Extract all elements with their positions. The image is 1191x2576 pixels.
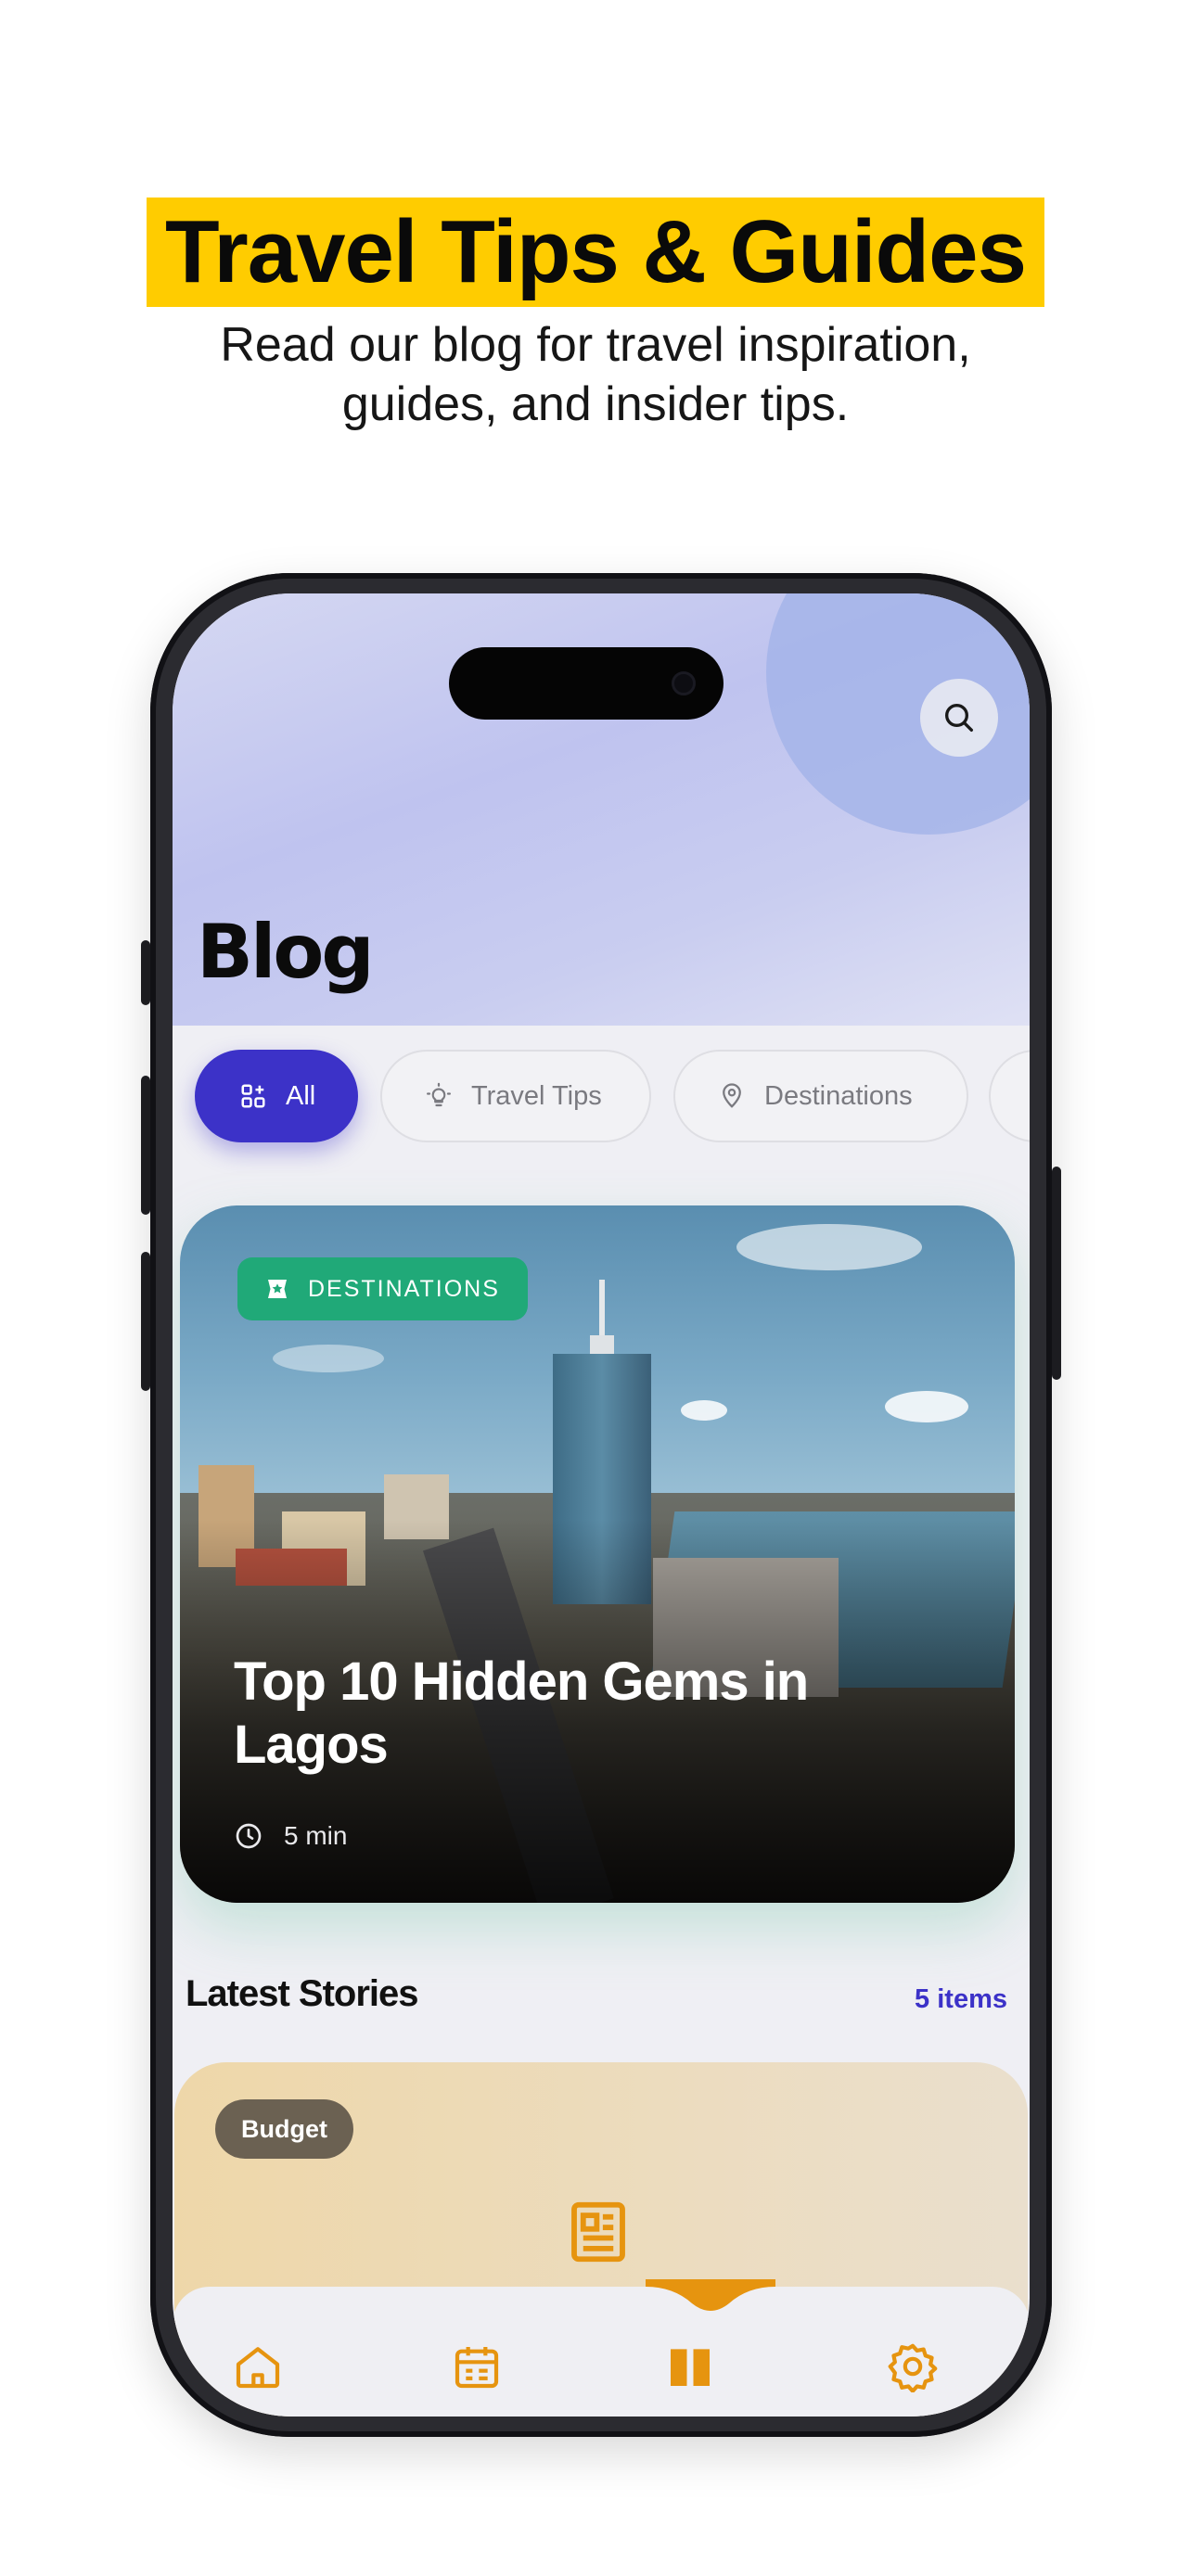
promo-title: Travel Tips & Guides <box>147 198 1044 307</box>
nav-home[interactable] <box>230 2339 286 2394</box>
filter-label: All <box>286 1080 316 1111</box>
app-screen: Blog All Travel Tips Destinations DESTIN… <box>173 593 1030 2417</box>
category-label: DESTINATIONS <box>308 1275 500 1302</box>
calendar-icon <box>455 2347 499 2389</box>
book-icon <box>671 2349 710 2386</box>
blog-header: Blog <box>173 593 1030 1026</box>
filter-label: Travel Tips <box>471 1080 602 1111</box>
volume-down-button <box>141 1252 150 1391</box>
latest-stories-title: Latest Stories <box>186 1973 419 2014</box>
promo-subtitle: Read our blog for travel inspiration, gu… <box>0 315 1191 434</box>
gear-icon <box>888 2343 938 2392</box>
category-badge: DESTINATIONS <box>237 1257 528 1320</box>
dynamic-island <box>449 647 724 720</box>
search-icon <box>945 704 973 732</box>
filter-label: Destinations <box>764 1080 913 1111</box>
search-button[interactable] <box>920 679 998 757</box>
star-badge-icon <box>263 1275 291 1303</box>
promo-subtitle-line1: Read our blog for travel inspiration, <box>220 318 971 372</box>
filter-chip-travel-tips[interactable]: Travel Tips <box>380 1050 651 1142</box>
filter-chip-all[interactable]: All <box>195 1050 358 1142</box>
volume-up-button <box>141 1076 150 1215</box>
category-filters: All Travel Tips Destinations <box>195 1050 1030 1142</box>
home-icon <box>236 2347 280 2389</box>
featured-title: Top 10 Hidden Gems in Lagos <box>234 1651 809 1775</box>
active-tab-indicator <box>646 2279 775 2311</box>
nav-calendar[interactable] <box>449 2339 505 2394</box>
lightbulb-icon <box>425 1082 453 1110</box>
nav-blog[interactable] <box>662 2339 718 2394</box>
promo-subtitle-line2: guides, and insider tips. <box>341 377 850 431</box>
read-time: 5 min <box>234 1817 347 1855</box>
nav-settings[interactable] <box>885 2339 941 2394</box>
phone-frame: Blog All Travel Tips Destinations DESTIN… <box>141 573 1061 2437</box>
mute-switch <box>141 940 150 1005</box>
story-tag: Budget <box>215 2099 353 2159</box>
latest-stories-count: 5 items <box>915 1984 1007 2014</box>
promo-title-wrap: Travel Tips & Guides <box>0 198 1191 307</box>
featured-post-card[interactable]: DESTINATIONS Top 10 Hidden Gems in Lagos… <box>180 1205 1015 1903</box>
article-icon <box>562 2196 634 2268</box>
camera <box>672 671 696 695</box>
location-pin-icon <box>718 1082 746 1110</box>
read-time-label: 5 min <box>284 1821 348 1850</box>
page-title: Blog <box>197 909 375 995</box>
clock-icon <box>234 1821 263 1851</box>
filter-chip-more[interactable] <box>989 1050 1030 1142</box>
filter-chip-destinations[interactable]: Destinations <box>673 1050 968 1142</box>
grid-icon <box>239 1082 267 1110</box>
power-button <box>1052 1167 1061 1380</box>
